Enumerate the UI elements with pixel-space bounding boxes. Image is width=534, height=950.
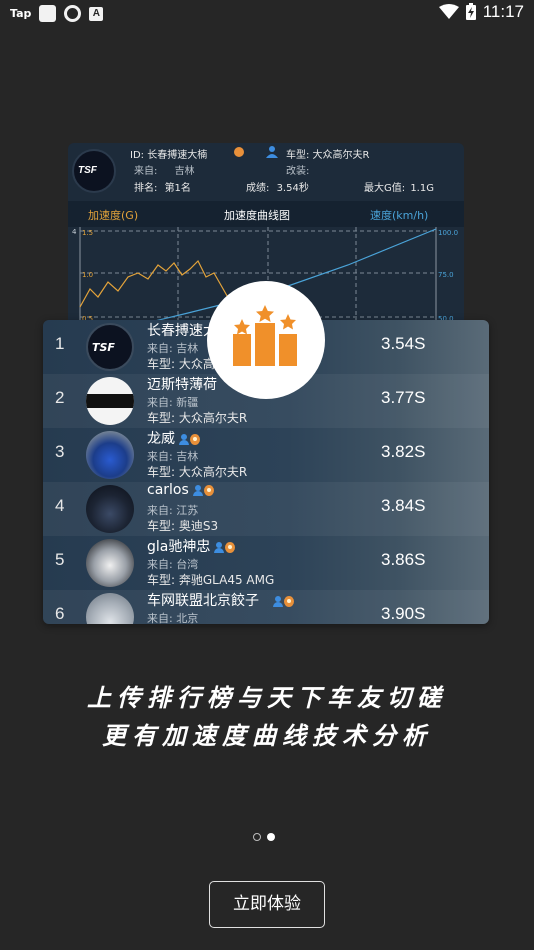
chart-tabs: 加速度(G) 加速度曲线图 速度(km/h) (68, 201, 464, 227)
ranking-row-4[interactable]: 4 carlos 来自: 江苏 车型: 奥迪S3 3.84S (43, 482, 489, 536)
car-model: 车型: 大众高尔夫R (286, 150, 370, 161)
rank-from: 来自: 吉林 (147, 342, 199, 355)
rank-name: 车网联盟北京餃子 (147, 593, 259, 609)
clock: 11:17 (482, 2, 524, 21)
rank-time: 3.54S (381, 334, 426, 353)
avatar (86, 539, 134, 587)
from-value: 吉林 (174, 166, 195, 177)
wifi-icon (438, 4, 459, 19)
from-label: 来自: (134, 166, 158, 177)
rank-from: 来自: 新疆 (147, 396, 199, 409)
notification-square-icon (39, 5, 57, 22)
svg-text:1.5: 1.5 (82, 229, 93, 237)
avatar (86, 593, 134, 624)
rank-from: 来自: 江苏 (147, 504, 199, 517)
svg-text:4: 4 (72, 228, 77, 236)
user-id: ID: 长春搏速大楠 (130, 150, 208, 161)
ranking-row-5[interactable]: 5 gla驰神忠 来自: 台湾 车型: 奔驰GLA45 AMG 3.86S (43, 536, 489, 590)
id-row: ID: 长春搏速大楠 (130, 146, 207, 161)
medal-badge-icon (203, 484, 214, 496)
rank-time: 3.82S (381, 442, 426, 461)
ranking-row-3[interactable]: 3 龙威 来自: 吉林 车型: 大众高尔夫R 3.82S (43, 428, 489, 482)
user-badge-icon (192, 484, 203, 496)
rank-from: 来自: 北京 (147, 612, 199, 624)
headline-line-1: 上传排行榜与天下车友切磋 (87, 684, 447, 712)
tab-curve-title: 加速度曲线图 (224, 209, 290, 222)
rank-time: 3.84S (381, 496, 426, 515)
rank-time: 3.77S (381, 388, 426, 407)
page-dot-1[interactable] (253, 833, 261, 841)
rank-number: 5 (55, 550, 65, 569)
ranking-podium-icon (207, 281, 325, 399)
tsf-logo: TSF (72, 149, 116, 193)
headline-line-2: 更有加速度曲线技术分析 (102, 722, 432, 750)
podium-stars-icon (233, 305, 297, 366)
rank-name: carlos (147, 482, 189, 498)
ranking-row-6[interactable]: 6 车网联盟北京餃子 来自: 北京 3.90S (43, 590, 489, 624)
sync-icon (64, 5, 82, 22)
tab-acceleration[interactable]: 加速度(G) (88, 207, 138, 223)
rank-car: 车型: 奥迪S3 (147, 519, 219, 533)
score-value: 3.54秒 (276, 183, 309, 194)
rank-time: 3.86S (381, 550, 426, 569)
avatar: TSF (86, 323, 134, 371)
rank-value: 第1名 (164, 183, 191, 194)
svg-text:1.0: 1.0 (82, 271, 93, 279)
score-label: 成绩: (246, 183, 270, 194)
rank-time: 3.90S (381, 604, 426, 623)
rank-from: 来自: 吉林 (147, 450, 199, 463)
user-badge-icon (179, 433, 189, 445)
rank-from: 来自: 台湾 (147, 558, 199, 571)
avatar (86, 431, 134, 479)
user-badge-icon (273, 595, 283, 607)
medal-badge-icon (225, 541, 236, 553)
try-now-button[interactable]: 立即体验 (209, 881, 325, 928)
rank-number: 4 (55, 496, 65, 515)
max-g-label: 最大G值: (364, 183, 406, 194)
rank-name: gla驰神忠 (147, 539, 211, 555)
rank-car: 车型: 奔驰GLA45 AMG (147, 573, 275, 587)
rank-number: 3 (55, 442, 65, 461)
max-g-value: 1.1G (410, 183, 434, 194)
rank-number: 2 (55, 388, 65, 407)
avatar (86, 485, 134, 533)
tab-speed[interactable]: 速度(km/h) (370, 207, 428, 223)
mod-label: 改装: (286, 166, 310, 177)
a-notification-icon: A (89, 6, 104, 21)
rank-name: 龙威 (147, 431, 175, 447)
user-badge-icon (214, 541, 225, 553)
status-bar: Tap A 11:17 (0, 0, 534, 28)
medal-badge-icon (190, 433, 200, 445)
rank-car: 车型: 大众高尔夫R (147, 411, 248, 425)
tap-status-icon: Tap (10, 7, 32, 20)
avatar (86, 377, 134, 425)
page-dot-2[interactable] (267, 833, 275, 841)
user-icon (266, 146, 278, 158)
rank-number: 6 (55, 604, 65, 623)
svg-text:100.0: 100.0 (438, 229, 458, 237)
rank-car: 车型: 大众高尔夫R (147, 465, 248, 479)
svg-text:75.0: 75.0 (438, 271, 454, 279)
rank-number: 1 (55, 334, 65, 353)
medal-icon (234, 147, 244, 157)
rank-label: 排名: (134, 183, 158, 194)
battery-charging-icon (465, 3, 476, 20)
medal-badge-icon (284, 595, 294, 607)
page-indicator (253, 833, 275, 841)
